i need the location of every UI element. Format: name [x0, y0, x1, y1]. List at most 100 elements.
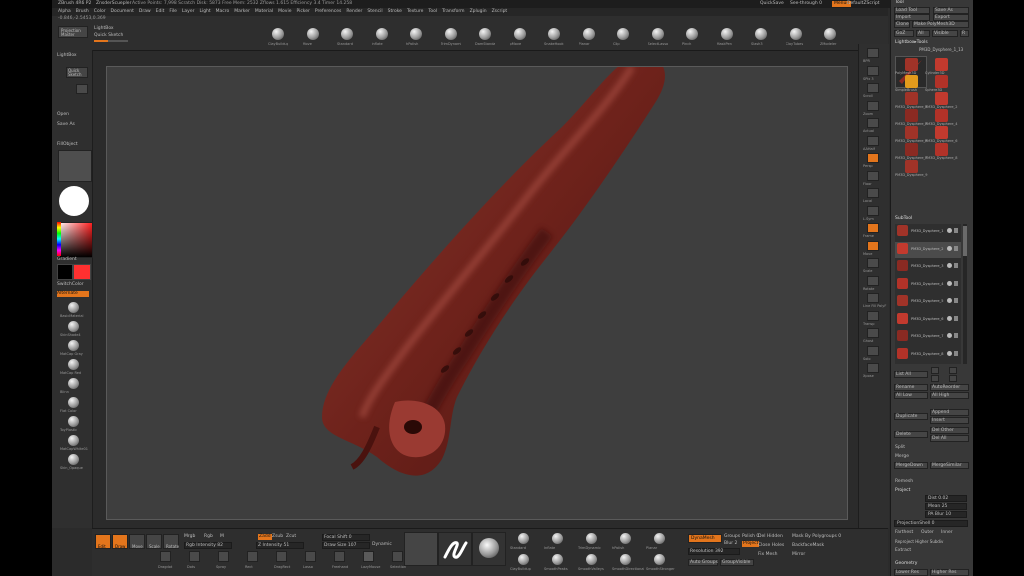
right-shelf-frame-button[interactable]	[867, 223, 879, 233]
append-button[interactable]: Append	[930, 409, 969, 416]
menu-document[interactable]: Document	[111, 9, 134, 15]
brush-damstandard-icon[interactable]	[479, 28, 491, 40]
move-up-alt-button[interactable]	[949, 367, 957, 374]
right-shelf-rotate-button[interactable]	[867, 275, 879, 286]
menu-preferences[interactable]: Preferences	[315, 9, 341, 15]
main-color-swatch[interactable]	[57, 264, 73, 280]
duplicate-button[interactable]: Duplicate	[894, 413, 928, 420]
brush-hpolish-icon[interactable]	[410, 28, 422, 40]
brush-inflate-icon[interactable]	[375, 28, 388, 40]
stroke-freehand-icon[interactable]	[334, 551, 345, 562]
fix-mesh-button[interactable]: Fix Mesh	[758, 552, 777, 558]
material-0-icon[interactable]	[68, 302, 79, 313]
rename-button[interactable]: Rename	[894, 384, 928, 391]
menu-light[interactable]: Light	[199, 9, 210, 15]
menu-file[interactable]: File	[169, 9, 177, 15]
gradient-label[interactable]: Gradient	[57, 257, 77, 263]
subtool-polyf-icon[interactable]	[954, 350, 958, 356]
subtool-row[interactable]: PM3D_Dysphere_5	[895, 294, 961, 310]
delete-button[interactable]: Delete	[894, 431, 928, 438]
right-shelf-solo-button[interactable]	[867, 345, 879, 356]
make-polymesh-button[interactable]: Make PolyMesh3D	[912, 21, 969, 28]
project-toggle[interactable]: Project	[742, 541, 760, 547]
stroke-dots-icon[interactable]	[189, 551, 200, 562]
stroke-lazymouse-icon[interactable]	[363, 551, 374, 562]
mirror-button[interactable]: Mirror	[792, 552, 805, 558]
higher-res-button[interactable]: Higher Res	[930, 569, 969, 576]
bottom-brush-smoothdirectional-icon[interactable]	[620, 554, 631, 565]
menu-stroke[interactable]: Stroke	[388, 9, 402, 15]
rotate-mode-button[interactable]: Rotate	[163, 534, 179, 549]
subtool-polyf-icon[interactable]	[954, 263, 958, 268]
subtool-visibility-icon[interactable]	[947, 245, 952, 251]
polish-slider[interactable]: Polish 0	[742, 534, 759, 540]
lower-res-button[interactable]: Lower Res	[894, 569, 928, 576]
secondary-color-swatch[interactable]	[73, 264, 91, 280]
remesh-section[interactable]: Remesh	[895, 479, 913, 485]
menu-brush[interactable]: Brush	[76, 9, 89, 15]
menu-stencil[interactable]: Stencil	[367, 9, 382, 15]
subtool-visibility-icon[interactable]	[947, 350, 952, 356]
projection-shell-slider[interactable]: ProjectionShell 0	[894, 520, 968, 527]
subtool-scrollbar[interactable]	[963, 224, 967, 364]
outer-button[interactable]: Outer	[921, 530, 934, 536]
subtool-visibility-icon[interactable]	[947, 298, 952, 303]
menu-zscript[interactable]: Zscript	[492, 9, 508, 15]
brush-clip-icon[interactable]	[617, 28, 629, 40]
quick-sketch-slider[interactable]	[94, 40, 128, 42]
quick-sketch-button[interactable]: Quick Sketch	[94, 33, 123, 39]
alpha-thumbnail[interactable]	[438, 532, 472, 566]
right-shelf-aahalf-button[interactable]	[867, 135, 879, 146]
brush-maskpen-icon[interactable]	[720, 28, 733, 40]
right-shelf-scale-button[interactable]	[867, 258, 879, 268]
bottom-brush-standard-icon[interactable]	[518, 533, 529, 544]
stroke-thumbnail[interactable]	[404, 532, 438, 566]
brush-pmove-icon[interactable]	[513, 28, 526, 40]
brush-zmodeler-icon[interactable]	[824, 28, 836, 40]
open-button[interactable]: Open	[57, 112, 69, 118]
auto-groups-button[interactable]: Auto Groups	[688, 559, 718, 566]
scale-mode-button[interactable]: Scale	[146, 534, 162, 549]
visible-button[interactable]: Visible	[932, 30, 958, 37]
brush-selectlasso-icon[interactable]	[651, 28, 664, 40]
material-8-icon[interactable]	[68, 454, 79, 465]
blur-slider[interactable]: Blur 2	[724, 541, 737, 547]
subtool-polyf-icon[interactable]	[954, 245, 958, 251]
fill-object-label[interactable]: FillObject	[57, 142, 78, 148]
subtool-row[interactable]: PM3D_Dysphere_1	[895, 224, 961, 240]
autoreorder-button[interactable]: AutoReorder	[930, 384, 969, 391]
right-shelf-actual-button[interactable]	[867, 118, 879, 128]
right-shelf-xpose-button[interactable]	[867, 363, 879, 373]
mrgb-button[interactable]: Mrgb	[184, 534, 195, 540]
project-section[interactable]: Project	[895, 488, 910, 494]
dist-slider[interactable]: Dist 0.02	[925, 495, 967, 502]
brush-trimdynamic-icon[interactable]	[444, 28, 457, 40]
menu-picker[interactable]: Picker	[296, 9, 309, 15]
close-holes-button[interactable]: Close Holes	[758, 543, 784, 549]
menu-zplugin[interactable]: Zplugin	[470, 9, 487, 15]
tool-header[interactable]: Tool	[895, 0, 904, 6]
hue-strip[interactable]	[57, 222, 61, 256]
rgb-intensity-slider[interactable]: Rgb Intensity 82	[184, 542, 232, 549]
bottom-brush-smoothpeaks-icon[interactable]	[552, 554, 563, 565]
z-intensity-slider[interactable]: Z Intensity 51	[256, 542, 304, 549]
draw-button[interactable]: Draw	[112, 534, 128, 549]
right-shelf-spix-3-button[interactable]	[867, 65, 879, 76]
material-2-icon[interactable]	[68, 340, 79, 351]
subtool-visibility-icon[interactable]	[947, 263, 952, 268]
subtool-polyf-icon[interactable]	[954, 298, 958, 303]
subtool-row[interactable]: PM3D_Dysphere_3	[895, 259, 961, 275]
split-section[interactable]: Split	[895, 445, 905, 451]
menu-draw[interactable]: Draw	[139, 9, 151, 15]
pa-blur-slider[interactable]: PA Blur 10	[925, 511, 967, 518]
geometry-section[interactable]: Geometry	[895, 561, 917, 567]
stroke-lasso-icon[interactable]	[305, 551, 316, 562]
material-7-icon[interactable]	[68, 435, 79, 446]
material-5-icon[interactable]	[68, 397, 79, 408]
brush-standard-icon[interactable]	[341, 28, 353, 40]
m-button[interactable]: M	[220, 534, 224, 540]
alpha-preview-circle[interactable]	[59, 186, 89, 216]
subtool-polyf-icon[interactable]	[954, 315, 958, 321]
del-other-button[interactable]: Del Other	[930, 427, 969, 434]
subtool-polyf-icon[interactable]	[954, 228, 958, 233]
